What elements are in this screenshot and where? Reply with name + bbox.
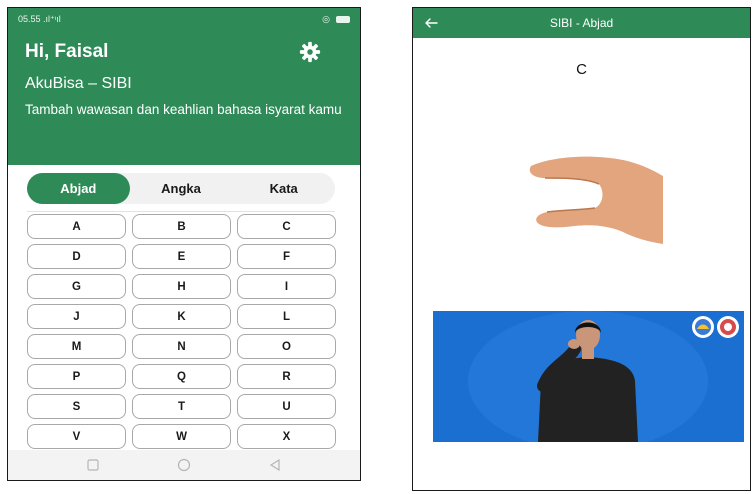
letter-button-f[interactable]: F <box>237 244 336 269</box>
letter-button-r[interactable]: R <box>237 364 336 389</box>
ministry-logos <box>692 316 739 338</box>
letter-button-o[interactable]: O <box>237 334 336 359</box>
greeting-text: Hi, Faisal <box>25 41 109 62</box>
letter-button-a[interactable]: A <box>27 214 126 239</box>
letter-button-u[interactable]: U <box>237 394 336 419</box>
triangle-nav-icon[interactable] <box>264 458 286 472</box>
category-tabs: Abjad Angka Kata <box>27 173 335 204</box>
letter-button-p[interactable]: P <box>27 364 126 389</box>
tabs-divider <box>27 211 335 212</box>
status-time: 05.55 <box>18 13 41 24</box>
square-nav-icon[interactable] <box>82 458 104 472</box>
sign-language-video[interactable] <box>433 311 744 442</box>
circle-nav-icon[interactable] <box>173 458 195 472</box>
tab-angka[interactable]: Angka <box>130 173 233 204</box>
letter-button-g[interactable]: G <box>27 274 126 299</box>
letter-button-x[interactable]: X <box>237 424 336 449</box>
letter-button-n[interactable]: N <box>132 334 231 359</box>
battery-icon <box>336 15 350 23</box>
letter-detail-screen: SIBI - Abjad C <box>412 7 751 491</box>
letter-button-w[interactable]: W <box>132 424 231 449</box>
current-letter: C <box>576 61 587 78</box>
letter-button-h[interactable]: H <box>132 274 231 299</box>
letter-button-k[interactable]: K <box>132 304 231 329</box>
letter-button-t[interactable]: T <box>132 394 231 419</box>
app-subtitle: Tambah wawasan dan keahlian bahasa isyar… <box>25 102 342 117</box>
tab-abjad[interactable]: Abjad <box>27 173 130 204</box>
letter-button-q[interactable]: Q <box>132 364 231 389</box>
letter-button-m[interactable]: M <box>27 334 126 359</box>
letter-button-b[interactable]: B <box>132 214 231 239</box>
gear-icon[interactable] <box>299 41 321 63</box>
status-bar: 05.55 .ıl⁺ᶦıl ◎ <box>8 8 360 30</box>
letter-button-d[interactable]: D <box>27 244 126 269</box>
letter-button-c[interactable]: C <box>237 214 336 239</box>
hand-sign-image <box>529 156 663 244</box>
wifi-icon: ◎ <box>322 13 330 24</box>
alphabet-grid: A B C D E F G H I J K L M N O P Q R S T … <box>27 214 336 449</box>
letter-button-l[interactable]: L <box>237 304 336 329</box>
arrow-left-icon[interactable] <box>423 15 439 31</box>
tab-kata[interactable]: Kata <box>232 173 335 204</box>
letter-button-v[interactable]: V <box>27 424 126 449</box>
letter-button-e[interactable]: E <box>132 244 231 269</box>
system-nav-bar <box>8 450 360 480</box>
letter-button-s[interactable]: S <box>27 394 126 419</box>
signal-text: .ıl⁺ᶦıl <box>43 13 61 24</box>
letter-button-i[interactable]: I <box>237 274 336 299</box>
app-bar: SIBI - Abjad <box>413 8 750 38</box>
letter-button-j[interactable]: J <box>27 304 126 329</box>
app-title: AkuBisa – SIBI <box>25 75 132 92</box>
app-bar-title: SIBI - Abjad <box>549 16 614 30</box>
main-menu-screen: 05.55 .ıl⁺ᶦıl ◎ Hi, Faisal AkuBisa – SIB… <box>7 7 361 481</box>
